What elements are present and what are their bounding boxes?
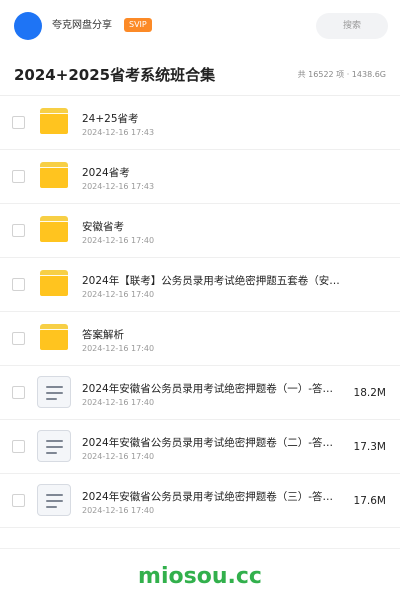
item-date: 2024-12-16 17:40 — [82, 452, 155, 461]
avatar[interactable] — [14, 12, 42, 40]
file-size: 17.3M — [353, 441, 386, 453]
folder-icon — [40, 324, 68, 350]
folder-icon — [40, 270, 68, 296]
folder-icon — [40, 162, 68, 188]
footer-divider — [0, 548, 400, 549]
item-name: 2024年安徽省公务员录用考试绝密押题卷（二）-答… — [82, 437, 334, 449]
select-checkbox[interactable] — [12, 224, 25, 237]
list-item[interactable]: 2024年安徽省公务员录用考试绝密押题卷（二）-答… 2024-12-16 17… — [0, 420, 400, 474]
list-item[interactable]: 2024省考 2024-12-16 17:43 — [0, 150, 400, 204]
select-checkbox[interactable] — [12, 494, 25, 507]
site-watermark: miosou.cc — [138, 564, 262, 589]
document-icon — [37, 484, 71, 516]
file-size: 18.2M — [353, 387, 386, 399]
item-name: 2024省考 — [82, 167, 130, 179]
svip-badge: SVIP — [124, 18, 152, 32]
item-name: 2024年安徽省公务员录用考试绝密押题卷（三）-答… — [82, 491, 334, 503]
select-checkbox[interactable] — [12, 170, 25, 183]
page-title: 2024+2025省考系统班合集 — [14, 66, 216, 84]
select-checkbox[interactable] — [12, 116, 25, 129]
item-date: 2024-12-16 17:43 — [82, 182, 155, 191]
list-item[interactable]: 答案解析 2024-12-16 17:40 — [0, 312, 400, 366]
item-name: 安徽省考 — [82, 221, 124, 233]
top-header: 夸克网盘分享 SVIP 搜索 — [0, 0, 400, 52]
item-date: 2024-12-16 17:43 — [82, 128, 155, 137]
item-name: 24+25省考 — [82, 113, 139, 125]
folder-icon — [40, 108, 68, 134]
list-item[interactable]: 2024年安徽省公务员录用考试绝密押题卷（三）-答… 2024-12-16 17… — [0, 474, 400, 528]
select-checkbox[interactable] — [12, 386, 25, 399]
title-bar: 2024+2025省考系统班合集 共 16522 项 · 1438.6G — [0, 56, 400, 96]
item-name: 答案解析 — [82, 329, 124, 341]
list-item[interactable]: 2024年【联考】公务员录用考试绝密押题五套卷（安… 2024-12-16 17… — [0, 258, 400, 312]
item-date: 2024-12-16 17:40 — [82, 506, 155, 515]
item-date: 2024-12-16 17:40 — [82, 236, 155, 245]
sharer-name: 夸克网盘分享 — [52, 20, 112, 31]
folder-icon — [40, 216, 68, 242]
item-name: 2024年【联考】公务员录用考试绝密押题五套卷（安… — [82, 275, 340, 287]
select-checkbox[interactable] — [12, 278, 25, 291]
item-date: 2024-12-16 17:40 — [82, 398, 155, 407]
item-name: 2024年安徽省公务员录用考试绝密押题卷（一）-答… — [82, 383, 334, 395]
item-date: 2024-12-16 17:40 — [82, 344, 155, 353]
document-icon — [37, 376, 71, 408]
file-size: 17.6M — [353, 495, 386, 507]
list-item[interactable]: 安徽省考 2024-12-16 17:40 — [0, 204, 400, 258]
summary-stats: 共 16522 项 · 1438.6G — [297, 70, 386, 79]
list-item[interactable]: 2024年安徽省公务员录用考试绝密押题卷（一）-答… 2024-12-16 17… — [0, 366, 400, 420]
select-checkbox[interactable] — [12, 332, 25, 345]
search-input[interactable]: 搜索 — [316, 13, 388, 39]
item-date: 2024-12-16 17:40 — [82, 290, 155, 299]
file-list: 24+25省考 2024-12-16 17:43 2024省考 2024-12-… — [0, 96, 400, 528]
select-checkbox[interactable] — [12, 440, 25, 453]
document-icon — [37, 430, 71, 462]
list-item[interactable]: 24+25省考 2024-12-16 17:43 — [0, 96, 400, 150]
